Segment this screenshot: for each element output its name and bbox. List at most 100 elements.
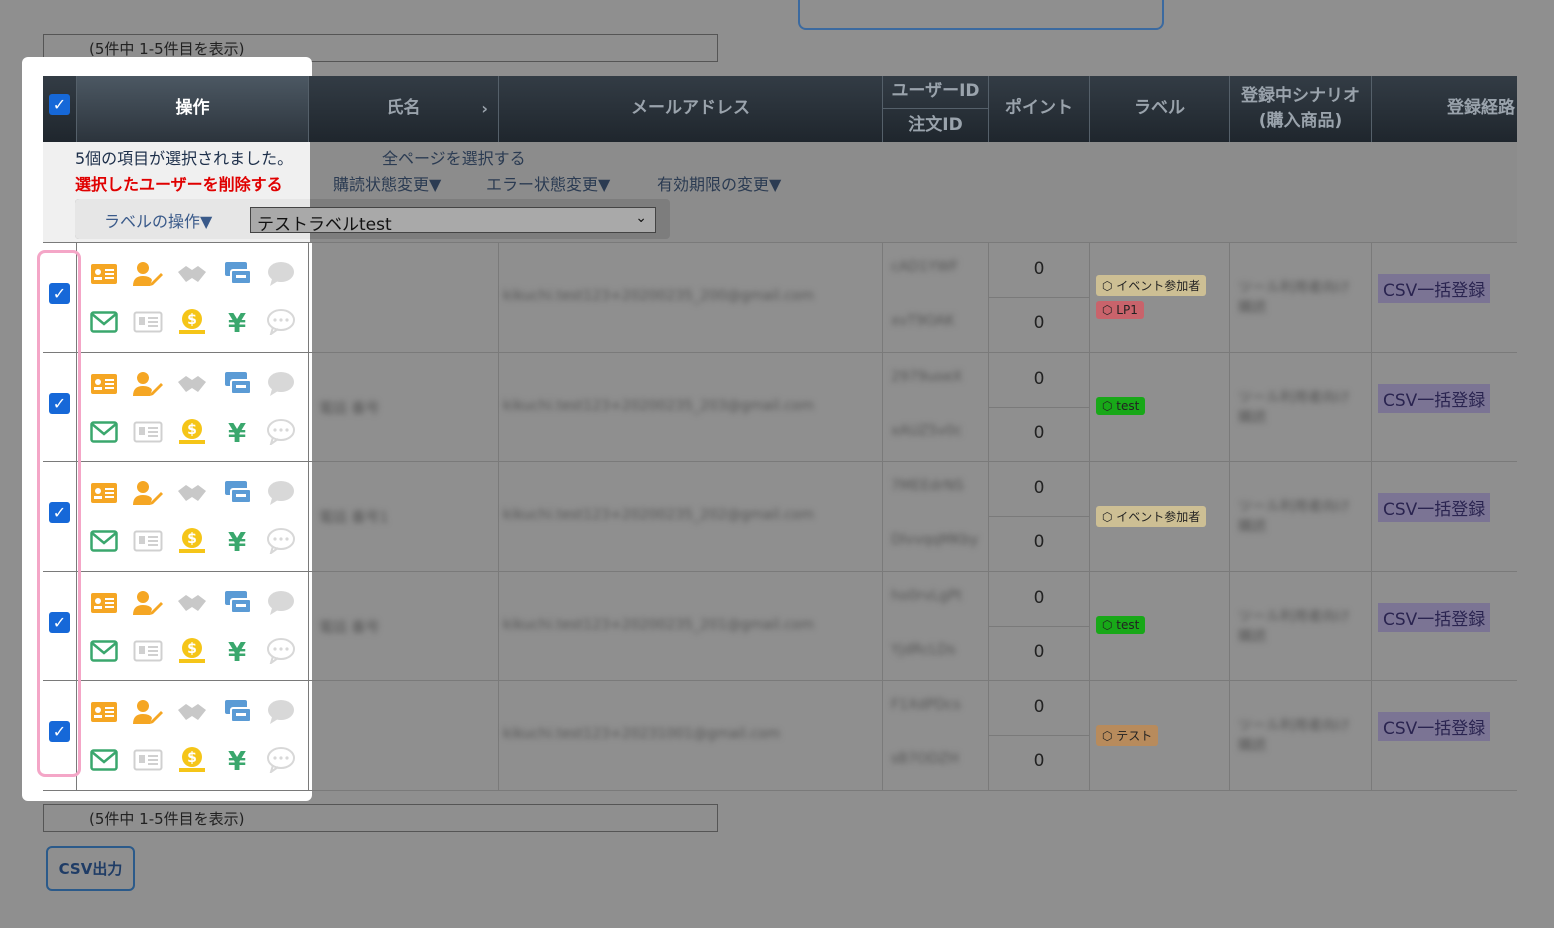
expiry-change-dropdown[interactable]: 有効期限の変更▼ xyxy=(657,171,781,195)
ticket-icon[interactable] xyxy=(221,369,253,399)
label-select[interactable]: テストラベルtest ⌄ xyxy=(250,207,656,235)
row-points-cell: 00 xyxy=(988,462,1089,572)
chat-icon[interactable] xyxy=(265,259,297,289)
mail-icon[interactable] xyxy=(88,636,120,666)
user-edit-icon[interactable] xyxy=(132,259,164,289)
label-badge[interactable]: ⬡ test xyxy=(1096,616,1146,634)
label-badge-text: LP1 xyxy=(1116,303,1138,317)
receipt-icon[interactable] xyxy=(132,636,164,666)
row-email: kikuchi.test123+20200235_202@gmail.com xyxy=(503,507,815,523)
th-email: メールアドレス xyxy=(498,76,882,142)
mail-icon[interactable] xyxy=(88,307,120,337)
coin-icon[interactable]: $ xyxy=(176,307,208,337)
label-badge[interactable]: ⬡ イベント参加者 xyxy=(1096,506,1207,527)
id-card-icon[interactable] xyxy=(88,369,120,399)
mail-icon[interactable] xyxy=(88,526,120,556)
select-all-pages-link[interactable]: 全ページを選択する xyxy=(382,145,526,169)
ticket-icon[interactable] xyxy=(221,588,253,618)
label-badge[interactable]: ⬡ テスト xyxy=(1096,725,1159,746)
handshake-icon[interactable] xyxy=(176,259,208,289)
coin-icon[interactable]: $ xyxy=(176,417,208,447)
label-badge[interactable]: ⬡ LP1 xyxy=(1096,301,1144,319)
label-select-value: テストラベルtest xyxy=(257,215,392,235)
csv-export-button[interactable]: CSV出力 xyxy=(46,846,135,891)
receipt-icon[interactable] xyxy=(132,417,164,447)
table-header: 操作 氏名 › メールアドレス ユーザーID 注文ID ポイント ラベル 登録中… xyxy=(43,76,1517,142)
svg-text:¥: ¥ xyxy=(228,528,246,555)
yen-icon[interactable]: ¥ xyxy=(221,307,253,337)
checkbox-highlight-frame xyxy=(37,250,81,777)
id-card-icon[interactable] xyxy=(88,588,120,618)
row-id-cell: F1XdPDcs sB7ODZH xyxy=(882,681,988,791)
user-edit-icon[interactable] xyxy=(132,478,164,508)
row-route-cell: CSV一括登録 xyxy=(1371,353,1517,463)
label-badge[interactable]: ⬡ イベント参加者 xyxy=(1096,275,1207,296)
th-name[interactable]: 氏名 › xyxy=(308,76,498,142)
user-edit-icon[interactable] xyxy=(132,369,164,399)
subscription-change-dropdown[interactable]: 購読状態変更▼ xyxy=(333,171,441,195)
row-scenario-cell: ツール利用者向け 購読 xyxy=(1229,353,1371,463)
yen-icon[interactable]: ¥ xyxy=(221,417,253,447)
row-name-cell xyxy=(308,243,498,353)
handshake-icon[interactable] xyxy=(176,478,208,508)
row-orderid: YjdRcLDs xyxy=(891,642,956,658)
svg-text:$: $ xyxy=(187,750,197,766)
top-panel-edge xyxy=(798,0,1164,30)
ticket-icon[interactable] xyxy=(221,697,253,727)
points-divider xyxy=(989,516,1089,517)
row-label-cell: ⬡ イベント参加者 xyxy=(1089,462,1229,572)
row-email-cell: kikuchi.test123+20200235_202@gmail.com xyxy=(498,462,882,572)
comment-icon[interactable] xyxy=(265,526,297,556)
row-name: 電話 番号 xyxy=(319,620,380,636)
row-scenario-cell: ツール利用者向け 購読 xyxy=(1229,681,1371,791)
mail-icon[interactable] xyxy=(88,745,120,775)
handshake-icon[interactable] xyxy=(176,697,208,727)
row-userid: ho0rvLgPt xyxy=(891,588,963,604)
chat-icon[interactable] xyxy=(265,369,297,399)
receipt-icon[interactable] xyxy=(132,526,164,556)
table-row: ✓ $ ¥ 電話 番号 kikuchi.test123+20200235_203@gma… xyxy=(43,352,1517,463)
delete-selected-users-link[interactable]: 選択したユーザーを削除する xyxy=(75,171,283,195)
chat-icon[interactable] xyxy=(265,478,297,508)
row-userid: 7MEEdrNS xyxy=(891,478,964,494)
id-card-icon[interactable] xyxy=(88,697,120,727)
receipt-icon[interactable] xyxy=(132,307,164,337)
handshake-icon[interactable] xyxy=(176,588,208,618)
label-ops-dropdown[interactable]: ラベルの操作▼ xyxy=(104,208,212,232)
coin-icon[interactable]: $ xyxy=(176,636,208,666)
error-change-dropdown[interactable]: エラー状態変更▼ xyxy=(486,171,610,195)
yen-icon[interactable]: ¥ xyxy=(221,636,253,666)
handshake-icon[interactable] xyxy=(176,369,208,399)
sort-arrow-icon[interactable]: › xyxy=(481,97,488,121)
th-operations: 操作 xyxy=(76,76,308,142)
row-userid: F1XdPDcs xyxy=(891,697,961,713)
row-label-cell: ⬡ test xyxy=(1089,572,1229,682)
comment-icon[interactable] xyxy=(265,307,297,337)
mail-icon[interactable] xyxy=(88,417,120,447)
yen-icon[interactable]: ¥ xyxy=(221,745,253,775)
coin-icon[interactable]: $ xyxy=(176,526,208,556)
user-edit-icon[interactable] xyxy=(132,697,164,727)
comment-icon[interactable] xyxy=(265,417,297,447)
row-scenario-cell: ツール利用者向け 購読 xyxy=(1229,243,1371,353)
ticket-icon[interactable] xyxy=(221,478,253,508)
ticket-icon[interactable] xyxy=(221,259,253,289)
comment-icon[interactable] xyxy=(265,636,297,666)
comment-icon[interactable] xyxy=(265,745,297,775)
chat-icon[interactable] xyxy=(265,588,297,618)
label-badge[interactable]: ⬡ test xyxy=(1096,397,1146,415)
svg-text:$: $ xyxy=(187,641,197,657)
id-card-icon[interactable] xyxy=(88,259,120,289)
coin-icon[interactable]: $ xyxy=(176,745,208,775)
row-points-cell: 00 xyxy=(988,572,1089,682)
row-email-cell: kikuchi.test123+20200235_201@gmail.com xyxy=(498,572,882,682)
label-badge-text: イベント参加者 xyxy=(1116,510,1201,524)
chat-icon[interactable] xyxy=(265,697,297,727)
row-point-1: 0 xyxy=(1033,697,1045,717)
id-card-icon[interactable] xyxy=(88,478,120,508)
select-all-checkbox[interactable]: ✓ xyxy=(49,94,70,115)
th-userid-orderid: ユーザーID 注文ID xyxy=(882,76,988,142)
yen-icon[interactable]: ¥ xyxy=(221,526,253,556)
user-edit-icon[interactable] xyxy=(132,588,164,618)
receipt-icon[interactable] xyxy=(132,745,164,775)
